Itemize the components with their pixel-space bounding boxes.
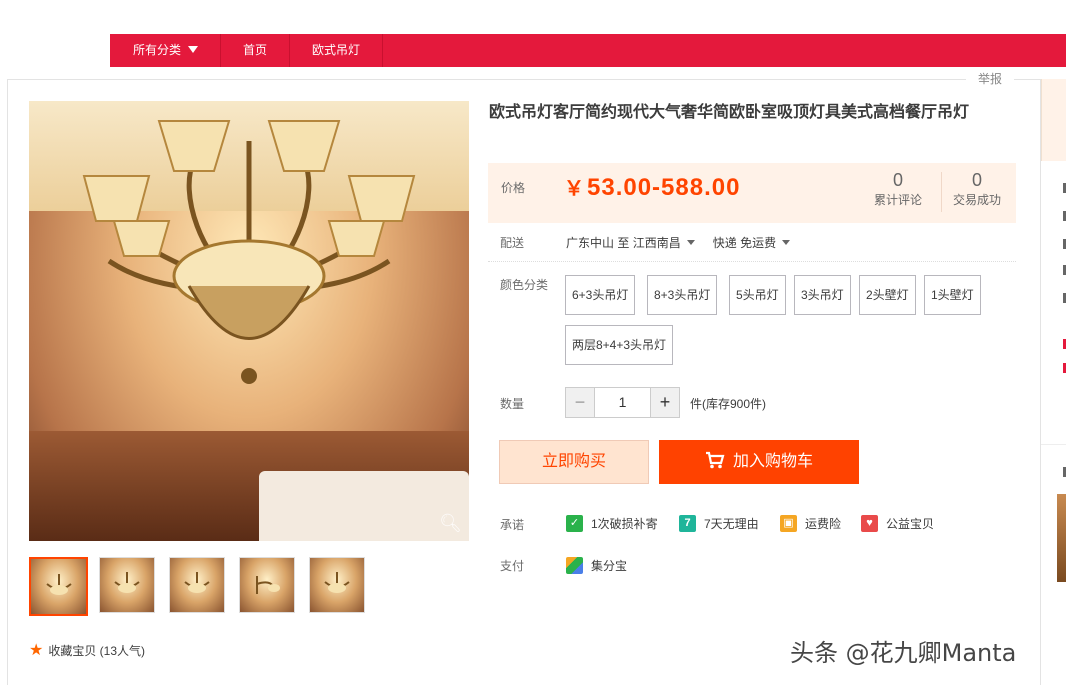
payment-label: 支付 — [500, 559, 525, 573]
promise-text: 7天无理由 — [704, 517, 759, 531]
shield-check-icon: ✓ — [566, 515, 583, 532]
ship-to-selector[interactable]: 江西南昌 — [633, 236, 713, 250]
chandelier-thumb-illustration — [184, 572, 210, 593]
reviews-count: 0 — [893, 170, 904, 190]
ship-method: 快递 免运费 — [712, 236, 777, 250]
price-panel: 价格 ￥53.00-588.00 0 累计评论 0 交易成功 — [488, 163, 1016, 223]
chandelier-thumb-illustration — [45, 573, 72, 595]
sku-option[interactable]: 1头壁灯 — [924, 275, 981, 315]
favorite-label: 收藏宝贝 (13人气) — [48, 643, 146, 658]
right-sidebar-partial — [1041, 79, 1066, 679]
promise-damage-reship[interactable]: ✓ 1次破损补寄 — [566, 515, 658, 532]
quantity-stepper: − 1 + — [565, 387, 680, 418]
ship-to-word: 至 — [617, 236, 630, 250]
thumbnail-strip — [29, 557, 379, 616]
seven-day-icon: 7 — [679, 515, 696, 532]
quantity-increase-button[interactable]: + — [650, 388, 679, 417]
section-divider — [488, 261, 1016, 262]
sidebar-divider — [1041, 444, 1066, 445]
deals-count: 0 — [972, 170, 983, 190]
favorite-item[interactable]: ★ 收藏宝贝 (13人气) — [29, 640, 145, 660]
thumbnail-1[interactable] — [29, 557, 88, 616]
sku-option[interactable]: 8+3头吊灯 — [647, 275, 718, 315]
shipping-label: 配送 — [500, 236, 525, 250]
currency-symbol: ￥ — [564, 178, 585, 200]
quantity-decrease-button[interactable]: − — [566, 388, 595, 417]
nav-all-categories-label: 所有分类 — [133, 43, 182, 57]
buy-now-button[interactable]: 立即购买 — [499, 440, 649, 484]
sku-option[interactable]: 3头吊灯 — [794, 275, 851, 315]
promise-label: 承诺 — [500, 518, 525, 532]
zoom-icon[interactable]: 🔍︎ — [439, 513, 462, 533]
nav-all-categories[interactable]: 所有分类 — [110, 34, 222, 67]
sku-option[interactable]: 2头壁灯 — [859, 275, 916, 315]
sidebar-product-thumbnail[interactable] — [1057, 494, 1066, 582]
deals-stat: 0 交易成功 — [953, 169, 1001, 209]
deals-label: 交易成功 — [953, 193, 1002, 207]
ship-method-selector[interactable]: 快递 免运费 — [713, 236, 808, 250]
product-title: 欧式吊灯客厅简约现代大气奢华简欧卧室吸顶灯具美式高档餐厅吊灯 — [489, 104, 970, 121]
reviews-label: 累计评论 — [874, 193, 923, 207]
payment-jifenbao[interactable]: 集分宝 — [566, 557, 627, 574]
insurance-box-icon: ▣ — [780, 515, 797, 532]
cart-icon — [705, 451, 725, 469]
ship-from: 广东中山 — [566, 236, 615, 250]
category-navbar: 所有分类 首页 欧式吊灯 — [110, 34, 1066, 67]
star-icon: ★ — [29, 642, 44, 659]
price-value: ￥53.00-588.00 — [564, 172, 740, 202]
price-label: 价格 — [501, 181, 526, 195]
nav-home[interactable]: 首页 — [221, 34, 291, 67]
promise-text: 公益宝贝 — [886, 517, 935, 531]
promise-text: 运费险 — [805, 517, 842, 531]
promise-shipping-insurance[interactable]: ▣ 运费险 — [780, 515, 841, 532]
ship-to: 江西南昌 — [632, 236, 681, 250]
promise-text: 1次破损补寄 — [591, 517, 658, 531]
chandelier-thumb-illustration — [324, 572, 350, 593]
promise-charity[interactable]: ♥ 公益宝贝 — [861, 515, 934, 532]
stock-info: 件(库存900件) — [690, 397, 767, 411]
chandelier-thumb-illustration — [114, 572, 140, 593]
shop-card-partial — [1041, 79, 1066, 161]
caret-down-icon — [188, 46, 199, 53]
quantity-input[interactable]: 1 — [595, 388, 650, 417]
thumbnail-3[interactable] — [169, 557, 225, 613]
shipping-info: 广东中山 至 江西南昌 快递 免运费 — [566, 234, 808, 251]
chandelier-illustration — [82, 120, 416, 384]
quantity-label: 数量 — [500, 397, 525, 411]
reviews-stat[interactable]: 0 累计评论 — [874, 169, 922, 209]
watermark: 头条 @花九卿Manta — [790, 639, 1017, 667]
add-to-cart-button[interactable]: 加入购物车 — [659, 440, 859, 484]
caret-down-icon — [686, 240, 695, 245]
nav-category-european-chandelier[interactable]: 欧式吊灯 — [290, 34, 384, 67]
stat-divider — [941, 172, 942, 212]
sku-option[interactable]: 5头吊灯 — [729, 275, 786, 315]
wall-lamp-thumb-illustration — [256, 576, 280, 594]
thumbnail-4[interactable] — [239, 557, 295, 613]
thumbnail-2[interactable] — [99, 557, 155, 613]
add-to-cart-label: 加入购物车 — [732, 453, 813, 470]
jifenbao-icon — [566, 557, 583, 574]
thumbnail-5[interactable] — [309, 557, 365, 613]
promise-7day-return[interactable]: 7 7天无理由 — [679, 515, 759, 532]
color-label: 颜色分类 — [500, 278, 549, 292]
sku-option[interactable]: 两层8+4+3头吊灯 — [565, 325, 674, 365]
report-link[interactable]: 举报 — [966, 70, 1015, 88]
price-range: 53.00-588.00 — [587, 174, 741, 201]
heart-icon: ♥ — [861, 515, 878, 532]
main-product-image[interactable]: 🔍︎ — [29, 101, 469, 541]
payment-text: 集分宝 — [591, 559, 628, 573]
caret-down-icon — [782, 240, 791, 245]
sku-option[interactable]: 6+3头吊灯 — [565, 275, 636, 315]
